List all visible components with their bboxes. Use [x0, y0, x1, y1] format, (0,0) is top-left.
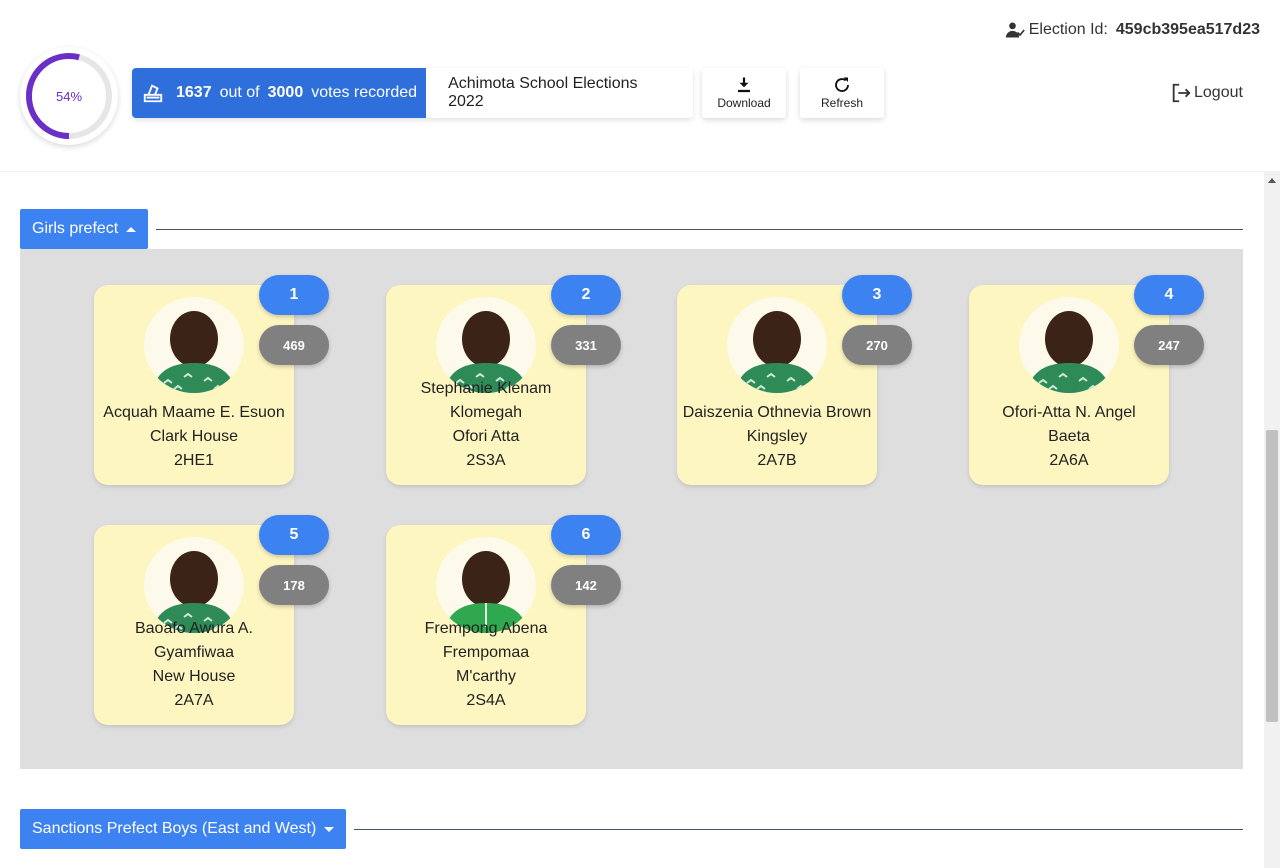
- candidate-detail: Frempomaa: [442, 644, 530, 661]
- candidate-photo: [727, 297, 827, 393]
- candidate-name: Acquah Maame E. Esuon: [103, 404, 285, 421]
- rank-badge: 3: [842, 275, 912, 315]
- candidate-card: Baoafo Awura A. Gyamfiwaa New House 2A7A: [94, 525, 294, 725]
- votes-suffix: votes recorded: [311, 84, 418, 101]
- download-label: Download: [717, 96, 771, 110]
- candidate-info: Frempong Abena Frempomaa M'carthy 2S4A: [386, 617, 586, 713]
- out-of-label: out of: [219, 84, 260, 101]
- candidate-info: Ofori-Atta N. Angel Baeta 2A6A: [969, 401, 1169, 473]
- rank-badge: 1: [259, 275, 329, 315]
- candidate-name: Ofori-Atta N. Angel: [1002, 404, 1136, 421]
- candidate-info: Acquah Maame E. Esuon Clark House 2HE1: [94, 401, 294, 473]
- candidate-detail: 2HE1: [173, 452, 215, 469]
- vote-count-badge: 469: [259, 325, 329, 365]
- refresh-icon: [835, 77, 849, 92]
- candidate-detail: Ofori Atta: [452, 428, 520, 445]
- logout-icon: [1172, 83, 1191, 103]
- candidate-detail: 2A7B: [757, 452, 797, 469]
- candidate-name: Stephanie Klenam: [420, 380, 552, 397]
- candidate-detail: 2S3A: [466, 452, 506, 469]
- candidate-detail: M'carthy: [456, 668, 516, 685]
- scroll-up-arrow-icon[interactable]: [1268, 178, 1276, 183]
- candidate-name: Daiszenia Othnevia Brown: [682, 404, 872, 421]
- votes-cast: 1637: [176, 84, 212, 101]
- section-header-girls-prefect: Girls prefect: [20, 209, 1243, 249]
- rank-badge: 5: [259, 515, 329, 555]
- candidate-detail: Kingsley: [746, 428, 808, 445]
- logout-button[interactable]: Logout: [1170, 82, 1243, 104]
- election-id-value: 459cb395ea517d23: [1115, 21, 1260, 38]
- candidate-detail: Gyamfiwaa: [153, 644, 235, 661]
- candidate-detail: Klomegah: [449, 404, 523, 421]
- ballot-box-icon: [143, 84, 163, 103]
- candidate-detail: Clark House: [149, 428, 239, 445]
- candidate-photo: [1019, 297, 1119, 393]
- rank-badge: 2: [551, 275, 621, 315]
- candidate-info: Baoafo Awura A. Gyamfiwaa New House 2A7A: [94, 617, 294, 713]
- candidate-detail: 2A7A: [174, 692, 214, 709]
- vote-count-badge: 178: [259, 565, 329, 605]
- vote-progress-ring: 54%: [20, 47, 118, 145]
- scrollbar-thumb[interactable]: [1266, 430, 1278, 722]
- vote-count-badge: 331: [551, 325, 621, 365]
- section-title: Girls prefect: [32, 220, 119, 237]
- logout-label: Logout: [1194, 84, 1243, 101]
- app-header: Election Id: 459cb395ea517d23 54% 1637 o…: [0, 0, 1280, 172]
- section-title: Sanctions Prefect Boys (East and West): [32, 820, 317, 837]
- votes-total: 3000: [267, 84, 304, 101]
- election-id-display: Election Id: 459cb395ea517d23: [1005, 20, 1260, 40]
- votes-count-box: 1637 out of 3000 votes recorded: [132, 68, 427, 118]
- caret-up-icon: [126, 226, 137, 232]
- candidate-card: Ofori-Atta N. Angel Baeta 2A6A: [969, 285, 1169, 485]
- election-name: Achimota School Elections 2022: [426, 68, 694, 118]
- candidate-name: Baoafo Awura A.: [134, 620, 253, 637]
- vote-count-badge: 247: [1134, 325, 1204, 365]
- election-id-label: Election Id:: [1028, 21, 1108, 38]
- candidate-card: Stephanie Klenam Klomegah Ofori Atta 2S3A: [386, 285, 586, 485]
- section-header-sanctions-prefect-boys: Sanctions Prefect Boys (East and West): [20, 809, 1243, 849]
- refresh-button[interactable]: Refresh: [800, 68, 884, 118]
- vote-count-badge: 270: [842, 325, 912, 365]
- progress-percent: 54%: [55, 88, 83, 104]
- vote-count-badge: 142: [551, 565, 621, 605]
- candidate-detail: 2A6A: [1049, 452, 1089, 469]
- candidate-info: Stephanie Klenam Klomegah Ofori Atta 2S3A: [386, 377, 586, 473]
- section-divider: [156, 228, 1243, 230]
- candidate-detail: 2S4A: [466, 692, 506, 709]
- section-toggle-sanctions-prefect-boys[interactable]: Sanctions Prefect Boys (East and West): [20, 809, 347, 849]
- candidate-info: Daiszenia Othnevia Brown Kingsley 2A7B: [677, 401, 877, 473]
- candidate-card: Acquah Maame E. Esuon Clark House 2HE1: [94, 285, 294, 485]
- candidate-card: Daiszenia Othnevia Brown Kingsley 2A7B: [677, 285, 877, 485]
- download-icon: [738, 77, 750, 93]
- candidate-detail: New House: [152, 668, 236, 685]
- section-divider: [354, 828, 1243, 830]
- candidate-photo: [144, 297, 244, 393]
- votes-summary: 1637 out of 3000 votes recorded Achimota…: [132, 68, 694, 118]
- rank-badge: 6: [551, 515, 621, 555]
- download-button[interactable]: Download: [702, 68, 786, 118]
- caret-down-icon: [324, 826, 335, 832]
- candidate-card: Frempong Abena Frempomaa M'carthy 2S4A: [386, 525, 586, 725]
- results-scroll-area[interactable]: Girls prefect Acquah Maame E. Esuon Clark…: [0, 172, 1264, 868]
- rank-badge: 4: [1134, 275, 1204, 315]
- section-toggle-girls-prefect[interactable]: Girls prefect: [20, 209, 149, 249]
- candidates-panel: Acquah Maame E. Esuon Clark House 2HE1 1 469…: [20, 249, 1243, 769]
- vertical-scrollbar[interactable]: [1264, 172, 1280, 868]
- candidate-detail: Baeta: [1048, 428, 1090, 445]
- user-check-icon: [1005, 22, 1025, 38]
- refresh-label: Refresh: [820, 96, 864, 110]
- candidate-name: Frempong Abena: [424, 620, 548, 637]
